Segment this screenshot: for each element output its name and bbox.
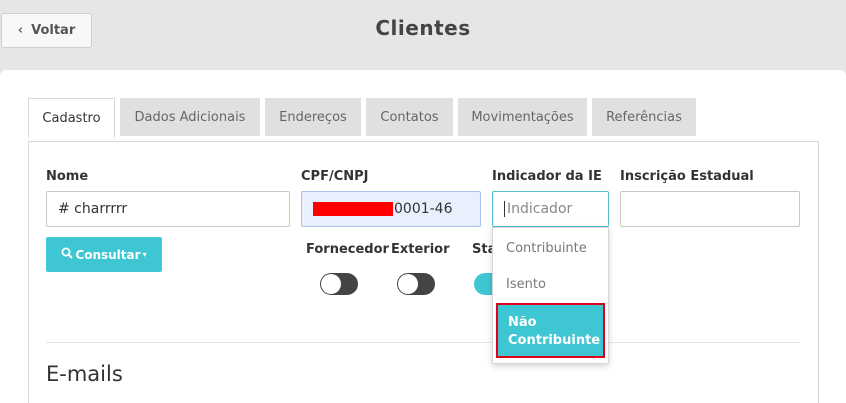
tab-referencias[interactable]: Referências bbox=[592, 98, 696, 136]
tab-dados-adicionais[interactable]: Dados Adicionais bbox=[120, 98, 260, 136]
nome-label: Nome bbox=[46, 169, 89, 184]
exterior-toggle[interactable] bbox=[397, 273, 435, 295]
inscricao-label: Inscrição Estadual bbox=[620, 169, 754, 184]
indicador-dropdown: Contribuinte Isento Não Contribuinte bbox=[492, 227, 609, 364]
caret-down-icon: ▾ bbox=[142, 250, 147, 259]
tab-contatos[interactable]: Contatos bbox=[366, 98, 453, 136]
cpf-value: 0001-46 bbox=[394, 201, 453, 217]
tab-cadastro[interactable]: Cadastro bbox=[28, 98, 115, 138]
search-icon bbox=[61, 247, 74, 262]
indicador-select[interactable]: Indicador bbox=[492, 191, 609, 227]
exterior-label: Exterior bbox=[391, 242, 450, 257]
tab-movimentacoes[interactable]: Movimentações bbox=[458, 98, 587, 136]
section-divider bbox=[46, 342, 800, 343]
tab-enderecos[interactable]: Endereços bbox=[265, 98, 361, 136]
option-nao-contribuinte[interactable]: Não Contribuinte bbox=[496, 303, 605, 358]
fornecedor-label: Fornecedor bbox=[306, 242, 389, 257]
indicador-label: Indicador da IE bbox=[492, 169, 602, 184]
toggle-knob bbox=[398, 274, 418, 294]
indicador-placeholder: Indicador bbox=[507, 201, 573, 217]
redaction-mark bbox=[313, 202, 393, 216]
consultar-button[interactable]: Consultar ▾ bbox=[46, 237, 162, 272]
top-bar: ‹ Voltar Clientes bbox=[0, 0, 846, 60]
cpf-label: CPF/CNPJ bbox=[301, 169, 369, 184]
inscricao-input[interactable] bbox=[620, 191, 800, 227]
page-title: Clientes bbox=[375, 16, 471, 40]
consultar-label: Consultar bbox=[75, 247, 141, 262]
emails-section-title: E-mails bbox=[46, 362, 123, 386]
nome-value: # charrrrr bbox=[58, 201, 128, 217]
option-isento[interactable]: Isento bbox=[493, 277, 608, 292]
text-cursor bbox=[504, 201, 505, 217]
tab-bar: Cadastro Dados Adicionais Endereços Cont… bbox=[28, 98, 696, 138]
fornecedor-toggle[interactable] bbox=[320, 273, 358, 295]
toggle-knob bbox=[321, 274, 341, 294]
option-contribuinte[interactable]: Contribuinte bbox=[493, 241, 608, 256]
nome-input[interactable]: # charrrrr bbox=[46, 191, 290, 227]
cpf-input[interactable]: 0001-46 bbox=[301, 191, 481, 227]
